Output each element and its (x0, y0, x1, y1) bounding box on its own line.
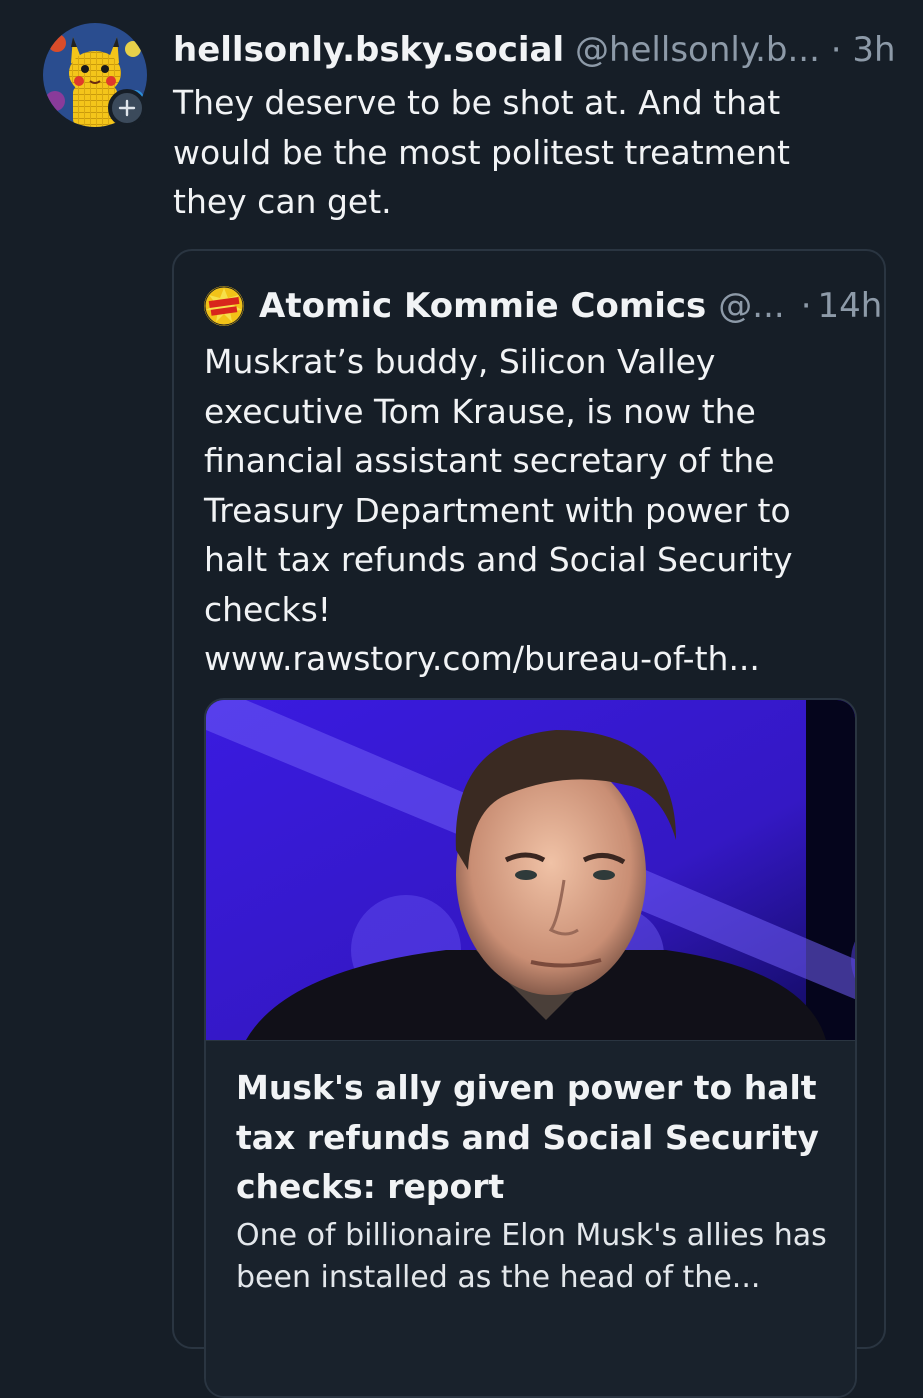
author-avatar-button[interactable] (43, 23, 148, 128)
quoted-post-card[interactable]: Atomic Kommie Comics @... · 14h Muskrat’… (172, 249, 886, 1398)
quoted-author-avatar[interactable] (204, 286, 244, 326)
link-preview-body: Musk's ally given power to halt tax refu… (206, 1040, 855, 1396)
atomic-comics-logo-icon (204, 286, 244, 326)
post[interactable]: hellsonly.bsky.social @hellsonly.b... · … (0, 0, 923, 1398)
quoted-post-timestamp[interactable]: 14h (818, 283, 883, 329)
quoted-post-header: Atomic Kommie Comics @... · 14h (204, 283, 882, 329)
post-header: hellsonly.bsky.social @hellsonly.b... · … (173, 27, 896, 73)
quoted-author-display-name[interactable]: Atomic Kommie Comics (259, 283, 706, 329)
link-preview-card[interactable]: Musk's ally given power to halt tax refu… (204, 698, 857, 1398)
follow-button[interactable] (108, 89, 146, 127)
quoted-post-text: Muskrat’s buddy, Silicon Valley executiv… (204, 337, 864, 684)
quoted-post-link[interactable]: www.rawstory.com/bureau-of-th... (204, 634, 864, 684)
link-preview-description: One of billionaire Elon Musk's allies ha… (236, 1218, 827, 1295)
link-preview-title: Musk's ally given power to halt tax refu… (236, 1068, 819, 1206)
post-text: They deserve to be shot at. And that wou… (173, 83, 790, 221)
quoted-separator-dot: · (800, 286, 812, 326)
post-timestamp[interactable]: 3h (852, 30, 895, 70)
author-handle[interactable]: @hellsonly.b... (575, 30, 820, 70)
elon-musk-photo-icon (206, 700, 855, 1040)
link-preview-image[interactable] (206, 700, 855, 1040)
separator-dot: · (830, 30, 842, 70)
author-display-name[interactable]: hellsonly.bsky.social (173, 30, 564, 70)
quoted-post-body: Muskrat’s buddy, Silicon Valley executiv… (204, 342, 793, 629)
plus-icon (118, 99, 136, 117)
quoted-author-handle[interactable]: @... (718, 283, 784, 329)
